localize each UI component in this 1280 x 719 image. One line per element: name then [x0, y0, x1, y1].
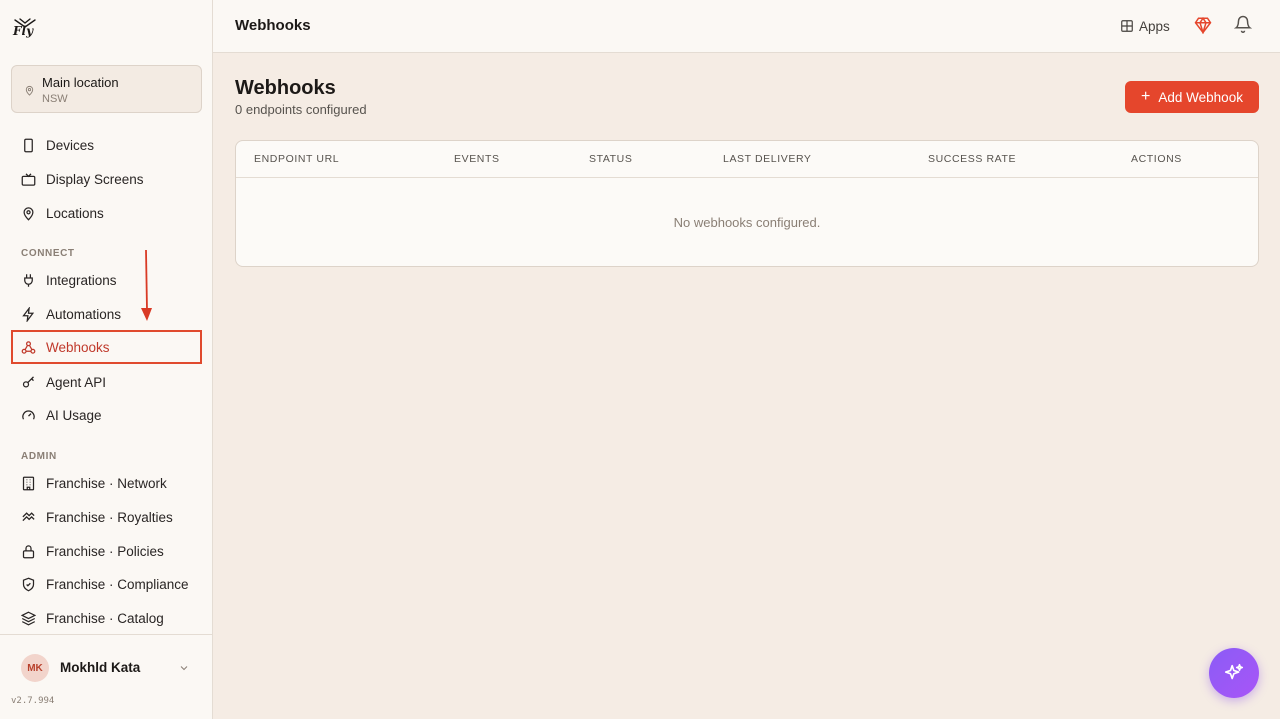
gem-icon[interactable] [1194, 16, 1212, 34]
map-pin-icon [25, 85, 34, 96]
tv-icon [21, 172, 36, 186]
sidebar-item-label: Franchise · Catalog [46, 610, 164, 626]
sidebar-item-label: Agent API [46, 374, 107, 390]
webhooks-table: ENDPOINT URL EVENTS STATUS LAST DELIVERY… [235, 140, 1259, 267]
apps-label: Apps [1139, 18, 1170, 34]
sidebar-item-label: AI Usage [46, 407, 102, 423]
sidebar-item-franchise-catalog[interactable]: Franchise · Catalog [11, 601, 202, 635]
column-header-success-rate[interactable]: SUCCESS RATE [928, 153, 1016, 165]
add-webhook-label: Add Webhook [1158, 89, 1243, 105]
user-name: Mokhld Kata [60, 660, 141, 675]
app-version: v2.7.994 [11, 696, 55, 706]
ai-assistant-button[interactable] [1209, 648, 1259, 698]
sidebar-item-label: Franchise · Policies [46, 543, 164, 559]
apps-button[interactable]: Apps [1120, 15, 1170, 37]
sidebar-item-label: Locations [46, 205, 104, 221]
zap-icon [22, 306, 35, 322]
sidebar-item-franchise-royalties[interactable]: Franchise · Royalties [11, 500, 202, 534]
logo-text: Fly [13, 24, 34, 38]
sidebar-item-label: Display Screens [46, 171, 144, 187]
add-webhook-button[interactable]: + Add Webhook [1125, 81, 1259, 113]
sidebar-item-display-screens[interactable]: Display Screens [11, 162, 202, 196]
avatar: MK [21, 654, 49, 682]
phone-icon [24, 138, 33, 152]
sidebar: Fly Main location NSW Devices Display Sc… [0, 0, 213, 719]
sidebar-item-label: Automations [46, 306, 122, 322]
plus-icon: + [1141, 88, 1151, 105]
building-icon [22, 476, 35, 490]
sidebar-item-franchise-network[interactable]: Franchise · Network [11, 466, 202, 500]
layers-icon [21, 611, 36, 625]
sidebar-item-devices[interactable]: Devices [11, 128, 202, 162]
column-header-endpoint-url[interactable]: ENDPOINT URL [254, 153, 339, 165]
sidebar-item-label: Franchise · Network [46, 475, 167, 491]
column-header-actions: ACTIONS [1131, 153, 1182, 165]
sidebar-item-webhooks[interactable]: Webhooks [11, 330, 202, 364]
topbar-title: Webhooks [235, 17, 311, 34]
user-menu[interactable]: MK Mokhld Kata [0, 634, 212, 698]
sidebar-item-label: Devices [46, 137, 95, 153]
top-bar: Webhooks Apps [213, 0, 1280, 53]
map-pin-icon [23, 206, 34, 221]
lock-icon [22, 544, 35, 558]
sidebar-item-agent-api[interactable]: Agent API [11, 365, 202, 399]
column-header-last-delivery[interactable]: LAST DELIVERY [723, 153, 812, 165]
page-title: Webhooks [235, 77, 336, 99]
sidebar-item-ai-usage[interactable]: AI Usage [11, 398, 202, 432]
key-icon [22, 375, 34, 387]
table-header: ENDPOINT URL EVENTS STATUS LAST DELIVERY… [236, 141, 1258, 178]
grid-icon [1121, 20, 1133, 32]
location-selector[interactable]: Main location NSW [11, 65, 202, 113]
location-name: Main location [42, 75, 119, 90]
sidebar-item-franchise-compliance[interactable]: Franchise · Compliance [11, 567, 202, 601]
annotation-arrow-icon [141, 249, 152, 321]
sidebar-item-franchise-policies[interactable]: Franchise · Policies [11, 534, 202, 568]
location-region: NSW [42, 93, 68, 105]
sidebar-item-locations[interactable]: Locations [11, 196, 202, 230]
chevron-down-icon[interactable] [178, 662, 190, 674]
coins-icon [22, 511, 35, 521]
sparkles-icon [1224, 663, 1244, 680]
page-subtitle: 0 endpoints configured [235, 102, 367, 117]
plug-icon [24, 273, 33, 287]
sidebar-item-label: Webhooks [46, 339, 110, 355]
sidebar-item-integrations[interactable]: Integrations [11, 263, 202, 297]
column-header-events[interactable]: EVENTS [454, 153, 500, 165]
section-label-connect: CONNECT [21, 248, 75, 259]
shield-icon [22, 577, 35, 591]
sidebar-item-automations[interactable]: Automations [11, 297, 202, 331]
section-label-admin: ADMIN [21, 451, 57, 462]
webhook-icon [21, 340, 36, 354]
gauge-icon [22, 409, 35, 420]
empty-state-message: No webhooks configured. [673, 215, 821, 230]
bell-icon[interactable] [1234, 15, 1252, 33]
sidebar-item-label: Franchise · Royalties [46, 509, 173, 525]
sidebar-item-label: Integrations [46, 272, 117, 288]
column-header-status[interactable]: STATUS [589, 153, 632, 165]
sidebar-item-label: Franchise · Compliance [46, 576, 189, 592]
